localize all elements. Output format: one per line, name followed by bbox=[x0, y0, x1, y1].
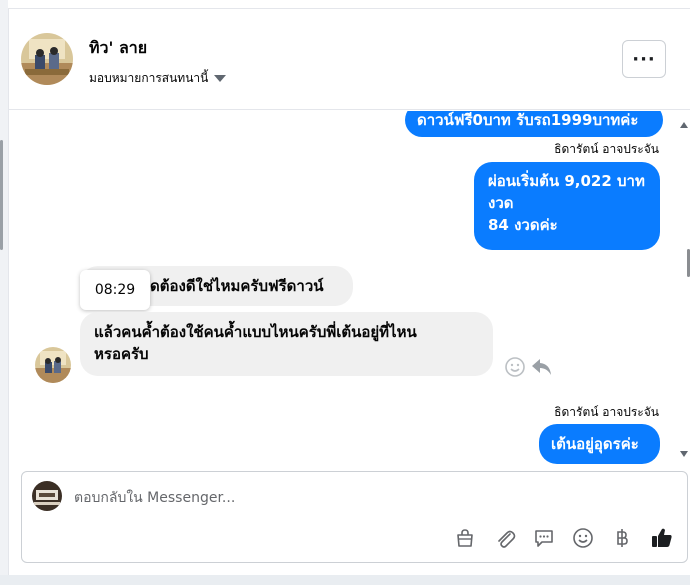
message-text-line: 84 งวดค่ะ bbox=[488, 216, 558, 234]
reply-composer bbox=[21, 471, 688, 563]
message-bubble-incoming[interactable]: แล้วคนค้ำต้องใช้คนค้ำแบบไหนครับพี่เต้นอย… bbox=[80, 312, 493, 376]
conversation-header: ทิว' ลาย มอบหมายการสนทนานี้ ··· bbox=[9, 9, 690, 110]
baht-icon[interactable] bbox=[609, 526, 635, 550]
sender-name: ธิดารัตน์ อาจประจัน bbox=[554, 405, 659, 419]
paperclip-icon[interactable] bbox=[492, 526, 518, 550]
more-options-icon: ··· bbox=[632, 48, 656, 70]
message-text-line: ผ่อนเริ่มต้น 9,022 บาท bbox=[488, 172, 645, 190]
emoji-icon[interactable] bbox=[570, 526, 596, 550]
page-avatar bbox=[32, 481, 62, 511]
scroll-down-arrow-icon[interactable] bbox=[680, 451, 688, 457]
caret-down-icon bbox=[214, 75, 227, 82]
message-bubble-outgoing[interactable]: ผ่อนเริ่มต้น 9,022 บาท งวด 84 งวดค่ะ bbox=[474, 162, 660, 250]
thumbs-up-icon[interactable] bbox=[649, 526, 675, 550]
reply-input[interactable] bbox=[74, 487, 574, 509]
message-bubble-outgoing[interactable]: ดาวน์ฟรี0บาท รับรถ1999บาทค่ะ bbox=[405, 111, 663, 137]
emoji-react-icon[interactable] bbox=[504, 356, 526, 378]
contact-name[interactable]: ทิว' ลาย bbox=[89, 36, 147, 61]
left-scrollbar-thumb[interactable] bbox=[0, 140, 3, 250]
left-gutter bbox=[0, 0, 8, 585]
assign-conversation-dropdown[interactable]: มอบหมายการสนทนานี้ bbox=[89, 69, 227, 88]
sender-name: ธิดารัตน์ อาจประจัน bbox=[554, 142, 659, 156]
bag-icon[interactable] bbox=[452, 526, 478, 550]
message-text: ดาวน์ฟรี0บาท รับรถ1999บาทค่ะ bbox=[417, 111, 639, 129]
message-text: ดต้องดีใช่ไหมครับฟรีดาวน์ bbox=[150, 277, 324, 295]
reply-icon[interactable] bbox=[530, 356, 554, 378]
message-text-line: งวด bbox=[488, 194, 514, 212]
chat-template-icon[interactable] bbox=[531, 526, 557, 550]
messenger-window: ทิว' ลาย มอบหมายการสนทนานี้ ··· ดาวน์ฟรี… bbox=[0, 0, 690, 585]
message-text-line: แล้วคนค้ำต้องใช้คนค้ำแบบไหนครับพี่เต้นอย… bbox=[94, 323, 417, 341]
more-options-button[interactable]: ··· bbox=[622, 40, 666, 78]
message-thread[interactable]: ดาวน์ฟรี0บาท รับรถ1999บาทค่ะ ธิดารัตน์ อ… bbox=[17, 111, 690, 469]
contact-avatar[interactable] bbox=[21, 33, 73, 85]
timestamp-tooltip: 08:29 bbox=[80, 270, 150, 310]
message-text: เต้นอยู่อุดรค่ะ bbox=[551, 435, 639, 453]
conversation-panel: ทิว' ลาย มอบหมายการสนทนานี้ ··· ดาวน์ฟรี… bbox=[8, 8, 690, 575]
message-text-line: หรอครับ bbox=[94, 345, 149, 363]
timestamp-text: 08:29 bbox=[94, 282, 136, 298]
assign-conversation-label: มอบหมายการสนทนานี้ bbox=[89, 71, 209, 85]
message-bubble-outgoing[interactable]: เต้นอยู่อุดรค่ะ bbox=[539, 424, 660, 464]
scroll-up-arrow-icon[interactable] bbox=[680, 122, 688, 128]
bottom-bar bbox=[0, 575, 690, 585]
contact-avatar-small[interactable] bbox=[35, 347, 71, 383]
